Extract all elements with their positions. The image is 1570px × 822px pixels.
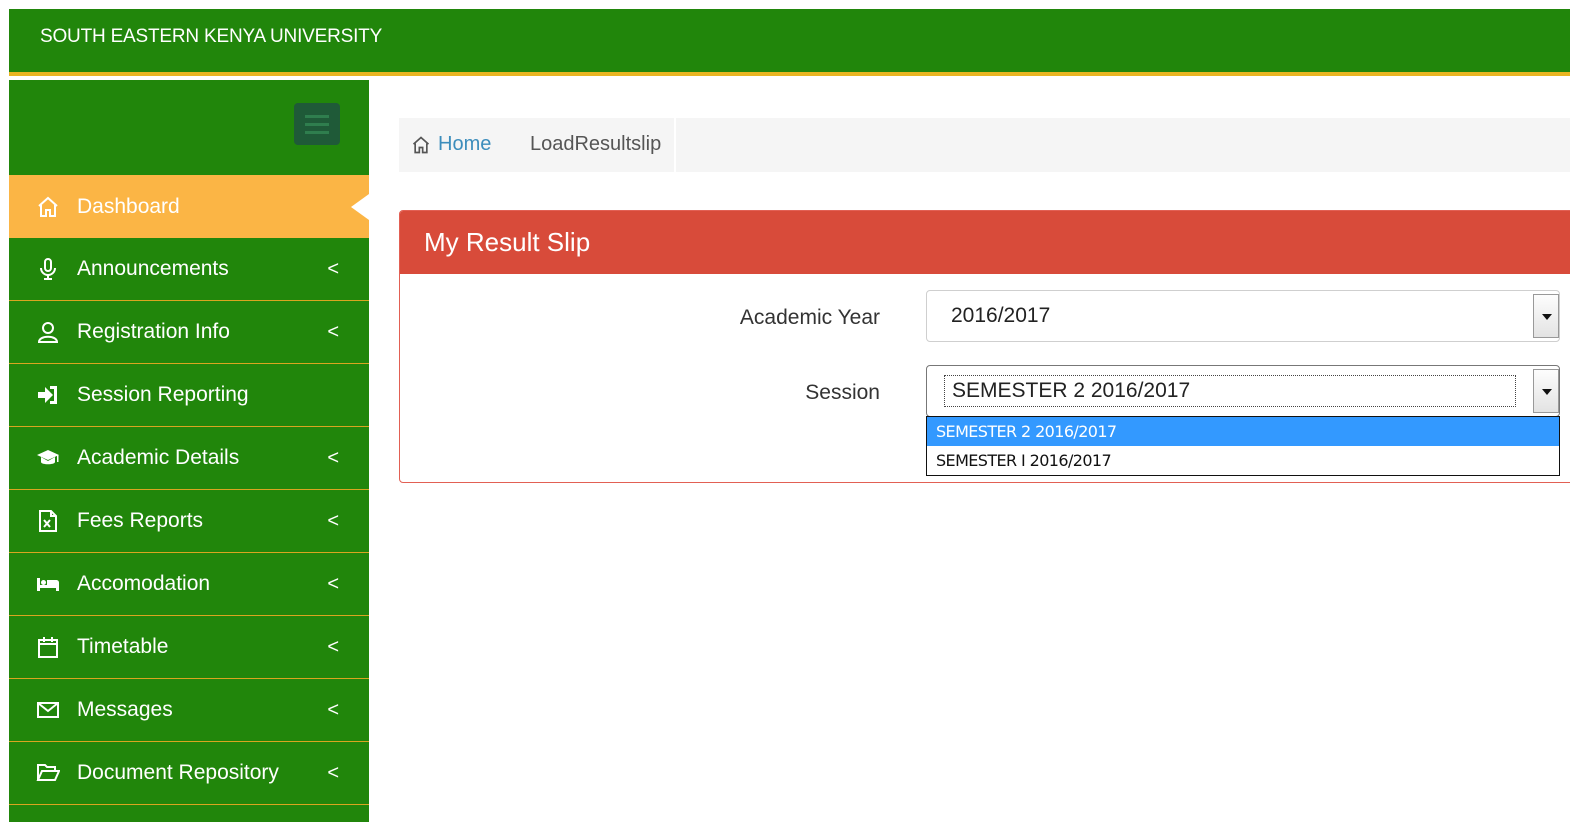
- sidebar-item-dashboard[interactable]: Dashboard: [9, 175, 369, 238]
- home-icon: [35, 194, 61, 220]
- calendar-icon: [35, 634, 61, 660]
- sidebar-item-timetable[interactable]: Timetable <: [9, 616, 369, 679]
- chevron-left-icon: <: [327, 447, 339, 469]
- session-select[interactable]: SEMESTER 2 2016/2017: [926, 365, 1560, 417]
- university-name: SOUTH EASTERN KENYA UNIVERSITY: [40, 26, 383, 47]
- sidebar-item-academic-details[interactable]: Academic Details <: [9, 427, 369, 490]
- chevron-left-icon: <: [327, 699, 339, 721]
- academic-year-select[interactable]: 2016/2017: [926, 290, 1560, 342]
- academic-year-label: Academic Year: [739, 306, 880, 329]
- sidebar-item-label: Dashboard: [77, 194, 180, 218]
- sidebar-item-label: Session Reporting: [77, 383, 249, 406]
- sidebar-nav: Dashboard Announcements < Registration I…: [9, 175, 369, 805]
- sidebar-item-messages[interactable]: Messages <: [9, 679, 369, 742]
- envelope-icon: [35, 697, 61, 723]
- session-option[interactable]: SEMESTER I 2016/2017: [927, 446, 1559, 475]
- session-dropdown-list: SEMESTER 2 2016/2017 SEMESTER I 2016/201…: [926, 416, 1560, 476]
- panel-header: My Result Slip: [400, 211, 1570, 274]
- session-option[interactable]: SEMESTER 2 2016/2017: [927, 417, 1559, 446]
- top-header: SOUTH EASTERN KENYA UNIVERSITY: [9, 9, 1570, 76]
- sidebar-item-label: Timetable: [77, 635, 169, 658]
- breadcrumb-current: LoadResultslip: [530, 133, 662, 155]
- user-icon: [35, 319, 61, 345]
- sidebar-item-registration-info[interactable]: Registration Info <: [9, 301, 369, 364]
- sidebar: Dashboard Announcements < Registration I…: [9, 80, 369, 822]
- home-icon: [412, 136, 430, 154]
- dropdown-arrow-icon[interactable]: [1533, 369, 1559, 413]
- chevron-left-icon: <: [327, 510, 339, 532]
- microphone-icon: [35, 256, 61, 282]
- chevron-left-icon: <: [327, 636, 339, 658]
- sidebar-item-label: Fees Reports: [77, 509, 204, 532]
- graduation-cap-icon: [35, 445, 61, 471]
- sidebar-item-session-reporting[interactable]: Session Reporting: [9, 364, 369, 427]
- sign-in-icon: [35, 382, 61, 408]
- dropdown-arrow-icon[interactable]: [1533, 294, 1559, 338]
- chevron-left-icon: <: [327, 573, 339, 595]
- breadcrumb-home-link[interactable]: Home: [438, 133, 491, 156]
- sidebar-item-label: Announcements: [77, 257, 229, 280]
- session-label: Session: [805, 381, 880, 404]
- sidebar-item-label: Document Repository: [77, 761, 279, 784]
- sidebar-item-label: Accomodation: [77, 572, 211, 595]
- breadcrumb-divider: [674, 118, 676, 172]
- menu-toggle-button[interactable]: [294, 103, 340, 145]
- folder-open-icon: [35, 760, 61, 786]
- chevron-left-icon: <: [327, 321, 339, 343]
- sidebar-item-label: Messages: [77, 698, 173, 721]
- sidebar-item-fees-reports[interactable]: Fees Reports <: [9, 490, 369, 553]
- chevron-left-icon: <: [327, 258, 339, 280]
- panel-title: My Result Slip: [424, 227, 591, 257]
- chevron-left-icon: <: [327, 762, 339, 784]
- result-slip-panel: My Result Slip Academic Year 2016/2017 S…: [399, 210, 1570, 483]
- academic-year-value: 2016/2017: [951, 304, 1051, 327]
- excel-file-icon: [35, 508, 61, 534]
- sidebar-item-label: Academic Details: [77, 446, 240, 469]
- breadcrumb: Home LoadResultslip: [399, 118, 1570, 172]
- sidebar-item-document-repository[interactable]: Document Repository <: [9, 742, 369, 805]
- sidebar-item-accomodation[interactable]: Accomodation <: [9, 553, 369, 616]
- sidebar-item-announcements[interactable]: Announcements <: [9, 238, 369, 301]
- bed-icon: [35, 571, 61, 597]
- sidebar-item-label: Registration Info: [77, 320, 230, 343]
- hamburger-icon: [305, 114, 329, 118]
- session-value: SEMESTER 2 2016/2017: [952, 379, 1191, 402]
- app-frame: SOUTH EASTERN KENYA UNIVERSITY Dashboard…: [9, 9, 1570, 822]
